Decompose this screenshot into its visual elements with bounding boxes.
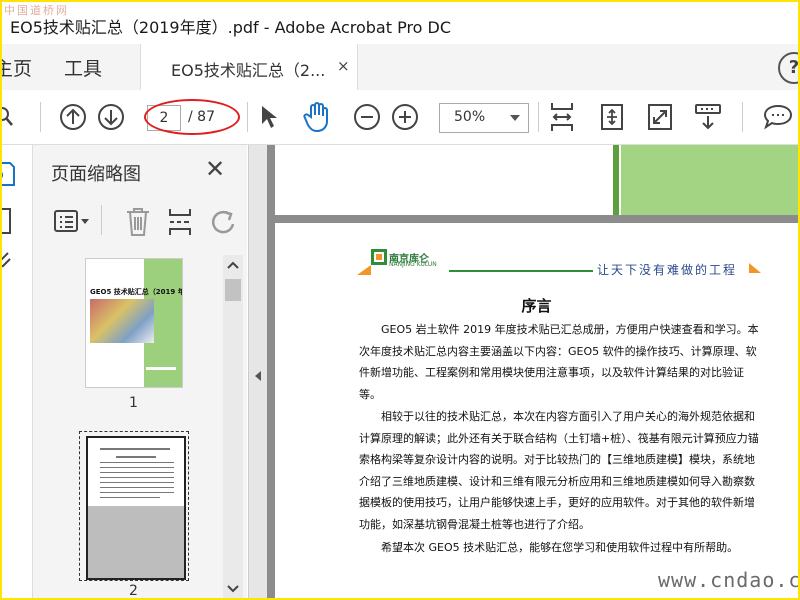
- delete-page-icon[interactable]: [125, 207, 151, 241]
- chevron-down-icon: [510, 115, 520, 121]
- page-number-label: 2: [129, 583, 138, 599]
- scrollbar-thumb[interactable]: [225, 279, 241, 301]
- read-mode-icon[interactable]: [692, 90, 724, 144]
- red-annotation-circle: [144, 99, 240, 135]
- thumbnail-1-title: GEO5 技术贴汇总（2019 年度）: [90, 288, 182, 296]
- previous-page-icon[interactable]: [58, 90, 88, 144]
- zoom-select[interactable]: 50%: [439, 103, 529, 133]
- page-number-label: 1: [129, 395, 138, 411]
- panel-collapse-bar[interactable]: [248, 145, 268, 598]
- panel-close-icon[interactable]: ✕: [205, 155, 225, 183]
- pdf-page-2: 南京库仑 NANJING KULUN 让天下没有难做的工程 序言 GEO5 岩土…: [275, 223, 798, 598]
- rotate-page-icon[interactable]: [209, 209, 237, 239]
- watermark-bottom: www.cndao.com: [658, 568, 800, 592]
- menu-home[interactable]: 主页: [2, 54, 32, 81]
- page-thumbnails-icon[interactable]: [2, 161, 16, 191]
- navigation-strip: [2, 145, 33, 598]
- acrobat-window: 中国道桥网 EO5技术贴汇总（2019年度）.pdf - Adobe Acrob…: [0, 0, 800, 600]
- panel-toolbar: [33, 195, 247, 247]
- main-toolbar: [2, 90, 798, 145]
- document-view[interactable]: 南京库仑 NANJING KULUN 让天下没有难做的工程 序言 GEO5 岩土…: [267, 145, 798, 598]
- hand-tool-icon[interactable]: [300, 90, 334, 144]
- thumbnail-scrollbar[interactable]: [223, 255, 243, 598]
- paragraph-1: GEO5 岩土软件 2019 年度技术贴已汇总成册，方便用户快速查看和学习。本次…: [359, 323, 759, 401]
- search-icon[interactable]: [2, 90, 20, 144]
- zoom-value: 50%: [454, 109, 486, 125]
- collapse-arrow-icon[interactable]: [254, 370, 262, 382]
- selected-thumbnail: [86, 436, 186, 580]
- comment-icon[interactable]: [762, 90, 794, 144]
- thumbnail-list: GEO5 技术贴汇总（2019 年度） 1: [33, 253, 221, 599]
- scroll-down-icon[interactable]: [227, 585, 239, 593]
- menu-row: 主页 工具: [2, 44, 798, 90]
- document-tab[interactable]: EO5技术贴汇总（2... ×: [140, 44, 358, 90]
- title-bar: 中国道桥网 EO5技术贴汇总（2019年度）.pdf - Adobe Acrob…: [2, 2, 798, 44]
- page-thumbnail-2[interactable]: [79, 431, 189, 581]
- pdf-page-1: [275, 145, 798, 215]
- options-menu-icon[interactable]: [53, 209, 93, 237]
- company-logo-subtext: NANJING KULUN: [389, 261, 437, 268]
- next-page-icon[interactable]: [96, 90, 126, 144]
- scroll-up-icon[interactable]: [227, 261, 239, 269]
- select-pointer-icon[interactable]: [258, 90, 280, 144]
- fit-page-icon[interactable]: [548, 90, 576, 144]
- document-heading: 序言: [521, 297, 552, 315]
- header-slogan: 让天下没有难做的工程: [597, 263, 738, 277]
- company-logo-icon: [371, 249, 387, 265]
- panel-title: 页面缩略图: [51, 164, 141, 185]
- paragraph-2: 相较于以往的技术贴汇总，本次在内容方面引入了用户关心的海外规范依据和计算原理的解…: [359, 410, 759, 531]
- close-icon[interactable]: ×: [337, 57, 350, 75]
- paragraph-3: 希望本次 GEO5 技术贴汇总，能够在您学习和使用软件过程中有所帮助。: [381, 541, 739, 554]
- full-screen-icon[interactable]: [646, 90, 674, 144]
- page-header: 南京库仑 NANJING KULUN 让天下没有难做的工程: [357, 249, 767, 279]
- scroll-mode-icon[interactable]: [598, 90, 626, 144]
- bookmarks-icon[interactable]: [2, 207, 14, 239]
- menu-tools[interactable]: 工具: [64, 54, 102, 81]
- page-thumbnail-1[interactable]: GEO5 技术贴汇总（2019 年度）: [85, 258, 183, 388]
- document-tab-label: EO5技术贴汇总（2...: [171, 61, 326, 80]
- attachments-icon[interactable]: [2, 249, 14, 277]
- window-title: EO5技术贴汇总（2019年度）.pdf - Adobe Acrobat Pro…: [10, 18, 452, 37]
- extract-pages-icon[interactable]: [167, 207, 193, 241]
- zoom-in-icon[interactable]: [390, 90, 420, 144]
- zoom-out-icon[interactable]: [352, 90, 382, 144]
- thumbnails-panel: 页面缩略图 ✕ GEO5 技术贴汇总（2019 年度）: [33, 145, 247, 599]
